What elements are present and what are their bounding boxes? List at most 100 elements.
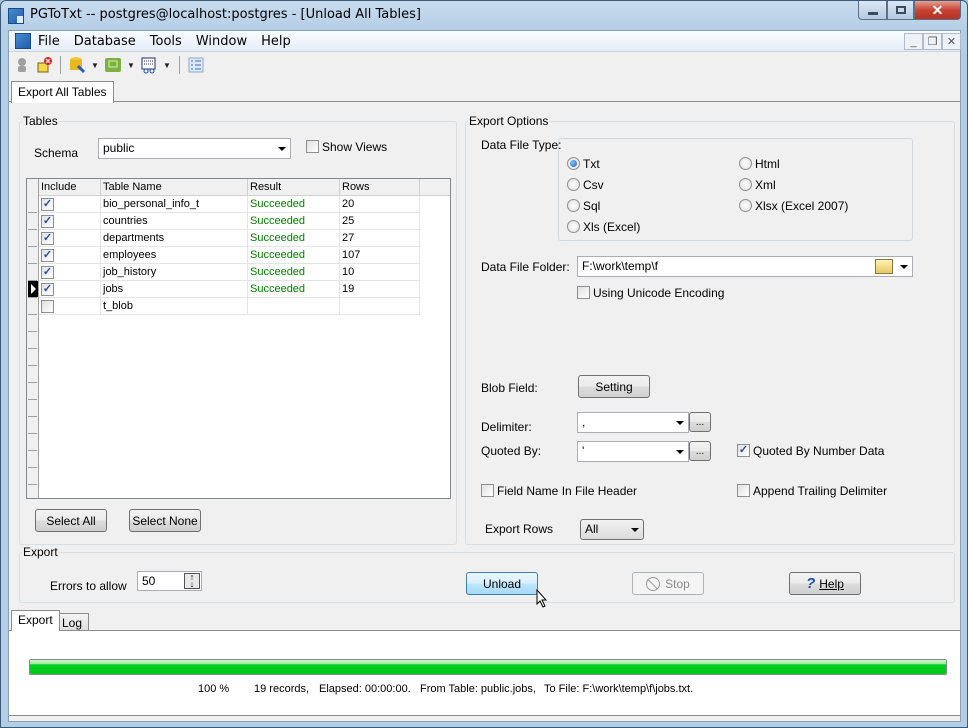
title-bar[interactable]: PGToTxt -- postgres@localhost:postgres -… bbox=[1, 1, 967, 29]
table-row[interactable]: ✓ job_history Succeeded 10 bbox=[39, 264, 420, 281]
radio-csv-label: Csv bbox=[583, 178, 604, 192]
tables-group-label: Tables bbox=[22, 114, 59, 128]
delimiter-select[interactable]: , bbox=[577, 412, 689, 433]
list-view-icon[interactable] bbox=[187, 56, 205, 74]
quoted-by-select[interactable]: ' bbox=[577, 441, 689, 462]
menu-window[interactable]: Window bbox=[189, 34, 254, 49]
maximize-button[interactable] bbox=[887, 1, 914, 20]
menu-database[interactable]: Database bbox=[67, 34, 143, 49]
radio-txt[interactable] bbox=[567, 157, 580, 170]
row-indicator-tick bbox=[28, 416, 37, 417]
delimiter-label: Delimiter: bbox=[481, 420, 532, 434]
column-header-table-name[interactable]: Table Name bbox=[103, 181, 162, 193]
include-checkbox[interactable]: ✓ bbox=[41, 249, 54, 262]
delimiter-value: , bbox=[582, 415, 586, 429]
result-cell: Succeeded bbox=[250, 232, 306, 244]
help-button[interactable]: ? Help bbox=[789, 572, 861, 595]
table-row[interactable]: t_blob bbox=[39, 298, 420, 315]
include-checkbox[interactable] bbox=[41, 300, 54, 313]
column-header-rows[interactable]: Rows bbox=[342, 181, 370, 193]
export-table-icon[interactable] bbox=[104, 56, 122, 74]
cell-divider bbox=[247, 298, 248, 315]
unicode-checkbox[interactable] bbox=[577, 286, 590, 299]
toolbar-separator bbox=[179, 56, 180, 74]
data-file-folder-input[interactable]: F:\work\temp\f bbox=[577, 256, 913, 277]
include-checkbox[interactable]: ✓ bbox=[41, 198, 54, 211]
menu-tools[interactable]: Tools bbox=[143, 34, 189, 49]
column-header-result[interactable]: Result bbox=[250, 181, 281, 193]
row-indicator-tick bbox=[28, 433, 37, 434]
errors-to-allow-spinner[interactable]: 50 ↑ ↓ bbox=[137, 571, 202, 591]
field-header-checkbox[interactable] bbox=[481, 484, 494, 497]
radio-xlsx[interactable] bbox=[739, 199, 752, 212]
radio-html[interactable] bbox=[739, 157, 752, 170]
tab-export[interactable]: Export bbox=[11, 610, 60, 631]
cell-divider bbox=[339, 213, 340, 230]
delimiter-more-button[interactable]: ... bbox=[689, 412, 711, 432]
row-indicator-tick bbox=[28, 399, 37, 400]
cell-divider bbox=[339, 298, 340, 315]
menu-help[interactable]: Help bbox=[254, 34, 298, 49]
result-cell: Succeeded bbox=[250, 215, 306, 227]
stop-icon bbox=[646, 576, 661, 591]
table-row[interactable]: ✓ employees Succeeded 107 bbox=[39, 247, 420, 264]
column-header-include[interactable]: Include bbox=[41, 181, 76, 193]
export-options-label: Export Options bbox=[468, 114, 550, 128]
radio-sql[interactable] bbox=[567, 199, 580, 212]
tab-export-all-tables[interactable]: Export All Tables bbox=[11, 81, 114, 103]
child-window-icon[interactable] bbox=[15, 33, 31, 49]
menu-file[interactable]: File bbox=[31, 34, 67, 49]
stop-button[interactable]: Stop bbox=[632, 572, 704, 595]
radio-xls-label: Xls (Excel) bbox=[583, 220, 641, 234]
data-file-type-label: Data File Type: bbox=[481, 138, 562, 152]
disconnect-icon[interactable] bbox=[35, 56, 53, 74]
row-indicator-tick bbox=[28, 382, 37, 383]
child-close-button[interactable]: ✕ bbox=[942, 33, 961, 50]
connect-icon[interactable] bbox=[13, 56, 31, 74]
grid-header: Include Table Name Result Rows bbox=[39, 179, 450, 196]
rows-cell: 19 bbox=[342, 283, 355, 295]
child-minimize-button[interactable]: _ bbox=[904, 33, 923, 50]
quoted-by-value: ' bbox=[582, 444, 585, 458]
export-database-dropdown-icon[interactable]: ▼ bbox=[90, 61, 100, 70]
table-row[interactable]: ✓ jobs Succeeded 19 bbox=[39, 281, 420, 298]
radio-xml[interactable] bbox=[739, 178, 752, 191]
cell-divider bbox=[247, 264, 248, 281]
minimize-button[interactable] bbox=[858, 1, 887, 20]
trailing-delimiter-checkbox[interactable] bbox=[737, 484, 750, 497]
include-checkbox[interactable]: ✓ bbox=[41, 283, 54, 296]
quoted-number-checkbox[interactable]: ✓ bbox=[737, 444, 750, 457]
cell-divider bbox=[339, 230, 340, 247]
spin-updown-icon[interactable]: ↑ ↓ bbox=[184, 573, 200, 589]
rows-cell: 20 bbox=[342, 198, 355, 210]
query-export-dropdown-icon[interactable]: ▼ bbox=[162, 61, 172, 70]
select-all-button[interactable]: Select All bbox=[35, 509, 107, 532]
schema-select[interactable]: public bbox=[98, 138, 291, 159]
include-checkbox[interactable]: ✓ bbox=[41, 215, 54, 228]
radio-xls[interactable] bbox=[567, 220, 580, 233]
export-database-icon[interactable] bbox=[68, 56, 86, 74]
trailing-delimiter-label: Append Trailing Delimiter bbox=[753, 484, 888, 498]
table-row[interactable]: ✓ departments Succeeded 27 bbox=[39, 230, 420, 247]
blob-setting-button[interactable]: Setting bbox=[578, 375, 650, 398]
export-rows-select[interactable]: All bbox=[580, 519, 644, 540]
show-views-checkbox[interactable] bbox=[306, 140, 319, 153]
include-checkbox[interactable]: ✓ bbox=[41, 232, 54, 245]
select-none-button[interactable]: Select None bbox=[129, 509, 201, 532]
table-row[interactable]: ✓ countries Succeeded 25 bbox=[39, 213, 420, 230]
table-row[interactable]: ✓ bio_personal_info_t Succeeded 20 bbox=[39, 196, 420, 213]
chevron-down-icon[interactable] bbox=[900, 265, 908, 269]
query-export-icon[interactable] bbox=[140, 56, 158, 74]
progress-records: 19 records, bbox=[254, 683, 310, 695]
quoted-by-more-button[interactable]: ... bbox=[689, 441, 711, 461]
cell-divider bbox=[247, 213, 248, 230]
child-restore-button[interactable]: ❐ bbox=[923, 33, 942, 50]
folder-browse-icon[interactable] bbox=[875, 259, 893, 274]
export-table-dropdown-icon[interactable]: ▼ bbox=[126, 61, 136, 70]
radio-csv[interactable] bbox=[567, 178, 580, 191]
close-button[interactable]: ✕ bbox=[914, 1, 961, 20]
rows-cell: 107 bbox=[342, 249, 361, 261]
cell-divider bbox=[419, 230, 420, 247]
unload-button[interactable]: Unload bbox=[466, 572, 538, 595]
include-checkbox[interactable]: ✓ bbox=[41, 266, 54, 279]
